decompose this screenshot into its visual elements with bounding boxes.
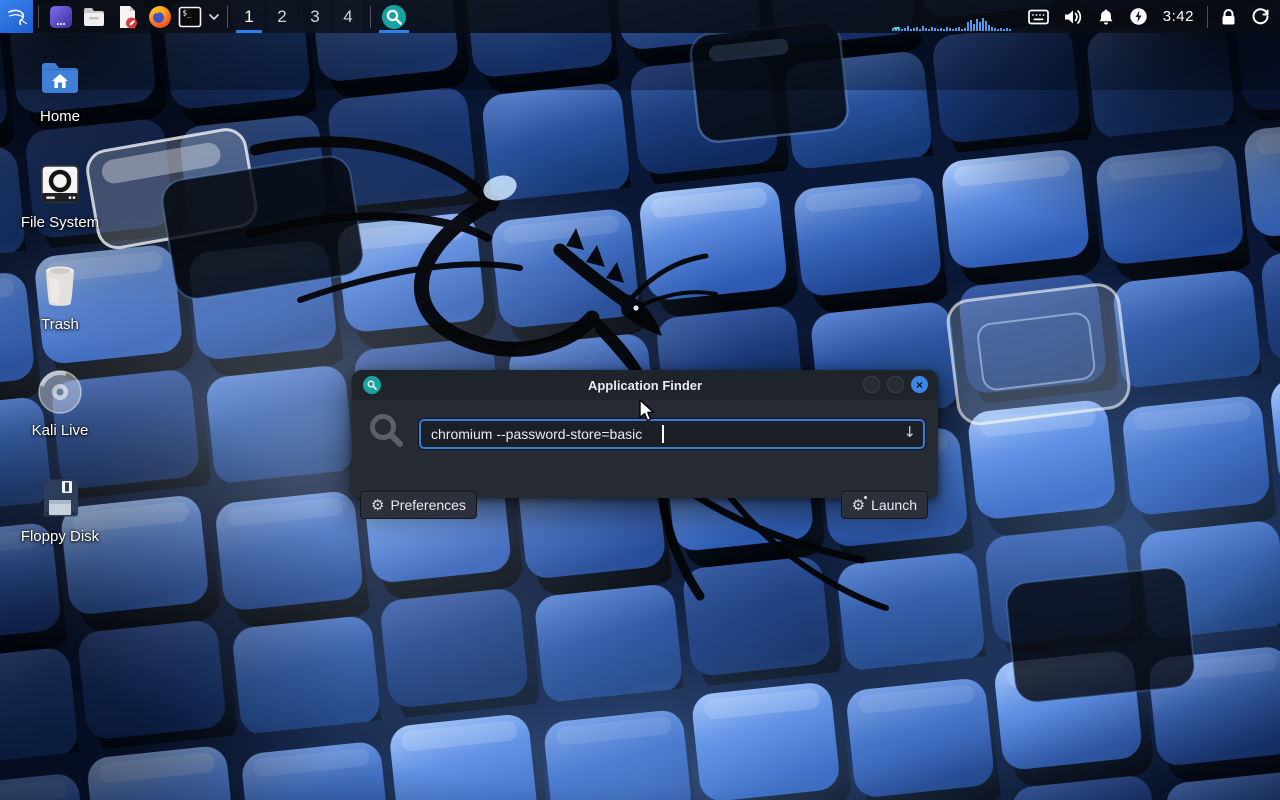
optical-disc-icon bbox=[36, 368, 84, 416]
workspace-label: 4 bbox=[343, 7, 352, 27]
launch-button[interactable]: ⚙ Launch bbox=[841, 491, 928, 519]
close-button[interactable]: × bbox=[911, 376, 928, 393]
volume-icon bbox=[1063, 8, 1083, 26]
desktop-icon-label: File System bbox=[21, 215, 99, 232]
logout-button[interactable] bbox=[1244, 0, 1280, 33]
workspace-button-4[interactable]: 4 bbox=[332, 0, 365, 33]
floppy-disk-icon bbox=[36, 474, 84, 522]
lock-screen-button[interactable] bbox=[1213, 0, 1244, 33]
maximize-button[interactable] bbox=[887, 376, 904, 393]
firefox-launcher[interactable] bbox=[143, 0, 176, 33]
window-title: Application Finder bbox=[352, 378, 938, 393]
home-icon bbox=[36, 54, 84, 102]
panel-separator bbox=[227, 6, 228, 28]
terminal-launcher[interactable]: $_ bbox=[176, 0, 204, 33]
clock[interactable]: 3:42 bbox=[1155, 0, 1202, 33]
button-row: ⚙ Preferences ⚙ Launch bbox=[352, 491, 938, 519]
mouse-cursor bbox=[638, 399, 658, 423]
system-monitor-plugin[interactable] bbox=[885, 0, 1021, 33]
chevron-down-icon bbox=[209, 14, 219, 20]
desktop-app-launcher[interactable] bbox=[44, 0, 77, 33]
lock-icon bbox=[1220, 8, 1237, 26]
running-task-indicator bbox=[379, 30, 409, 33]
panel-separator bbox=[38, 6, 39, 28]
search-input[interactable] bbox=[419, 419, 925, 449]
minimize-button[interactable] bbox=[863, 376, 880, 393]
application-finder-window: Application Finder × ↓ bbox=[352, 370, 938, 498]
close-icon: × bbox=[916, 379, 923, 391]
panel-separator bbox=[1207, 6, 1208, 28]
titlebar[interactable]: Application Finder × bbox=[352, 370, 938, 400]
workspace-label: 1 bbox=[244, 7, 253, 27]
bell-icon bbox=[1097, 8, 1115, 26]
firefox-icon bbox=[147, 4, 173, 30]
trash-icon bbox=[36, 262, 84, 310]
logout-icon bbox=[1251, 7, 1270, 26]
workspace-button-3[interactable]: 3 bbox=[299, 0, 332, 33]
kali-logo-icon bbox=[5, 5, 29, 29]
workspace-button-2[interactable]: 2 bbox=[266, 0, 299, 33]
desktop-icon-label: Floppy Disk bbox=[21, 529, 99, 546]
preferences-label: Preferences bbox=[390, 497, 465, 513]
power-manager[interactable] bbox=[1122, 0, 1155, 33]
desktop-icon-label: Trash bbox=[41, 317, 79, 334]
desktop-icon-label: Kali Live bbox=[32, 423, 89, 440]
desktop-icon-home[interactable]: Home bbox=[12, 54, 108, 126]
active-workspace-indicator bbox=[236, 30, 262, 33]
gear-icon: ⚙ bbox=[371, 498, 384, 513]
notifications[interactable] bbox=[1090, 0, 1122, 33]
purple-app-icon bbox=[48, 4, 74, 30]
top-panel: $_ 1 2 3 4 bbox=[0, 0, 1280, 33]
keyboard-icon bbox=[1028, 9, 1049, 25]
clock-text: 3:42 bbox=[1163, 8, 1194, 25]
system-monitor-graph bbox=[892, 0, 1014, 33]
workspace-button-1[interactable]: 1 bbox=[233, 0, 266, 33]
preferences-button[interactable]: ⚙ Preferences bbox=[360, 491, 477, 519]
power-manager-icon bbox=[1129, 7, 1148, 26]
applications-menu-button[interactable] bbox=[0, 0, 33, 33]
text-editor-icon bbox=[114, 4, 140, 30]
dropdown-arrow-icon[interactable]: ↓ bbox=[903, 423, 916, 441]
text-caret bbox=[662, 425, 664, 443]
command-entry-wrap: ↓ bbox=[419, 419, 925, 449]
terminal-icon: $_ bbox=[178, 5, 202, 29]
terminal-dropdown[interactable] bbox=[206, 0, 222, 33]
window-icon bbox=[363, 376, 381, 394]
launch-gear-icon: ⚙ bbox=[852, 498, 865, 513]
text-editor-launcher[interactable] bbox=[110, 0, 143, 33]
desktop-icon-label: Home bbox=[40, 109, 80, 126]
desktop-icon-trash[interactable]: Trash bbox=[12, 262, 108, 334]
app-finder-icon bbox=[381, 4, 407, 30]
panel-separator bbox=[370, 6, 371, 28]
svg-text:$_: $_ bbox=[183, 8, 193, 17]
desktop-icon-file-system[interactable]: File System bbox=[12, 160, 108, 232]
taskbar-application-finder[interactable] bbox=[376, 0, 412, 33]
file-manager-icon bbox=[81, 4, 107, 30]
desktop: $_ 1 2 3 4 bbox=[0, 0, 1280, 800]
magnifier-icon bbox=[366, 379, 378, 391]
file-system-icon bbox=[36, 160, 84, 208]
search-icon-large bbox=[368, 412, 405, 454]
volume-control[interactable] bbox=[1056, 0, 1090, 33]
workspace-label: 3 bbox=[310, 7, 319, 27]
keyboard-indicator[interactable] bbox=[1021, 0, 1056, 33]
desktop-icon-kali-live[interactable]: Kali Live bbox=[12, 368, 108, 440]
launch-label: Launch bbox=[871, 497, 917, 513]
desktop-icon-floppy-disk[interactable]: Floppy Disk bbox=[12, 474, 108, 546]
workspace-label: 2 bbox=[277, 7, 286, 27]
file-manager-launcher[interactable] bbox=[77, 0, 110, 33]
